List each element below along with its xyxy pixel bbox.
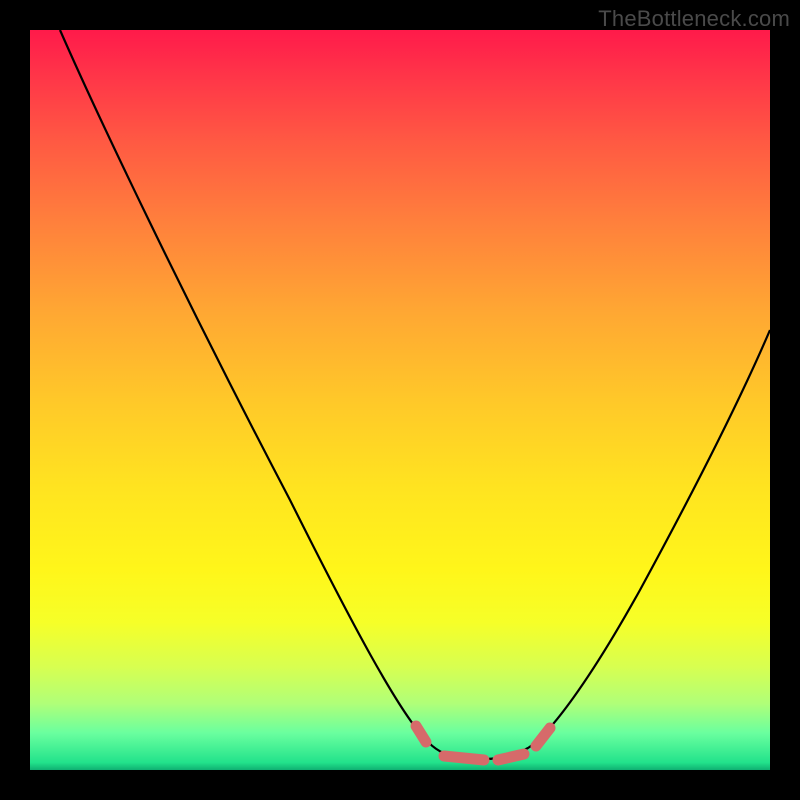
highlight-dashes (416, 726, 550, 760)
plot-area (30, 30, 770, 770)
curve-layer (30, 30, 770, 770)
bottleneck-curve (60, 30, 770, 759)
chart-container: TheBottleneck.com (0, 0, 800, 800)
watermark-text: TheBottleneck.com (598, 6, 790, 32)
